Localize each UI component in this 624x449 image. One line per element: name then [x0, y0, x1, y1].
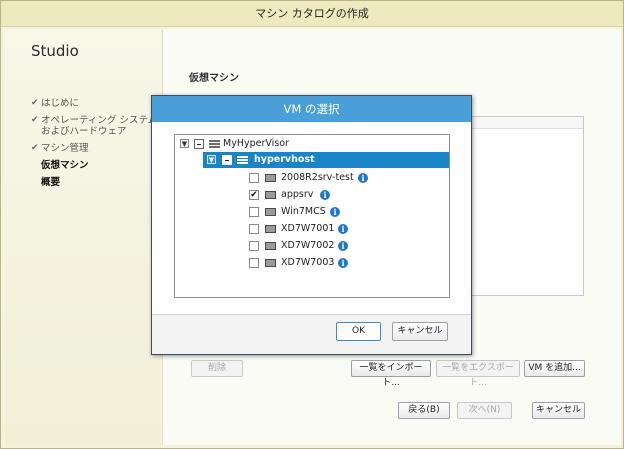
wizard-sidebar: [5, 29, 161, 445]
checkmark-icon: ✔: [31, 143, 39, 153]
info-icon[interactable]: i: [338, 258, 348, 268]
cancel-button[interactable]: キャンセル: [532, 402, 585, 419]
vm-name: XD7W7002: [281, 240, 335, 251]
vm-row[interactable]: ✔ appsrv i: [249, 187, 439, 203]
vm-name: Win7MCS: [281, 206, 326, 217]
wizard-steps: ✔ はじめに ✔ オペレーティング システム およびハードウェア ✔ マシン管理…: [31, 98, 157, 194]
checkmark-icon: ✔: [31, 115, 39, 125]
chevron-down-icon[interactable]: ▼: [180, 139, 189, 148]
step-label: オペレーティング システム およびハードウェア: [41, 115, 158, 137]
vm-tree[interactable]: ▼ MyHyperVisor ▼ hypervhost 2008R2srv-te…: [174, 134, 450, 298]
tree-node-host[interactable]: ▼ hypervhost: [203, 152, 449, 168]
tree-node-root[interactable]: ▼ MyHyperVisor: [177, 136, 447, 152]
app-name: Studio: [31, 42, 79, 60]
monitor-icon: [265, 225, 276, 233]
server-icon: [237, 156, 248, 164]
vm-row[interactable]: Win7MCS i: [249, 204, 439, 220]
ok-button[interactable]: OK: [336, 322, 381, 341]
step-summary[interactable]: 概要: [31, 177, 157, 188]
vm-row[interactable]: XD7W7001 i: [249, 221, 439, 237]
info-icon[interactable]: i: [338, 224, 348, 234]
import-list-button[interactable]: 一覧をインポート...: [351, 360, 431, 388]
info-icon[interactable]: i: [330, 207, 340, 217]
page-heading: 仮想マシン: [189, 73, 239, 84]
vm-checkbox[interactable]: [249, 173, 259, 183]
vm-row[interactable]: XD7W7003 i: [249, 255, 439, 271]
dialog-title: VM の選択: [152, 96, 471, 122]
monitor-icon: [265, 191, 276, 199]
info-icon[interactable]: i: [320, 190, 330, 200]
dialog-cancel-button[interactable]: キャンセル: [392, 322, 448, 341]
vm-checkbox[interactable]: ✔: [249, 190, 259, 200]
monitor-icon: [265, 208, 276, 216]
next-button[interactable]: 次へ(N): [457, 402, 512, 419]
add-vm-button[interactable]: VM を追加...: [524, 360, 585, 377]
partial-select-checkbox[interactable]: [222, 155, 232, 165]
step-getting-started[interactable]: ✔ はじめに: [31, 98, 157, 109]
back-button[interactable]: 戻る(B): [398, 402, 450, 419]
select-vm-dialog: VM の選択 ▼ MyHyperVisor ▼ hypervhost 2008R…: [151, 95, 472, 355]
step-machine-management[interactable]: ✔ マシン管理: [31, 143, 157, 154]
export-list-button[interactable]: 一覧をエクスポート...: [436, 360, 520, 388]
vm-name: XD7W7003: [281, 257, 335, 268]
monitor-icon: [265, 174, 276, 182]
vm-name: XD7W7001: [281, 223, 335, 234]
info-icon[interactable]: i: [358, 173, 368, 183]
vm-list-header: [464, 117, 583, 129]
step-label: 仮想マシン: [41, 160, 89, 171]
step-label: マシン管理: [41, 143, 89, 154]
vm-checkbox[interactable]: [249, 241, 259, 251]
hypervisor-icon: [209, 140, 220, 148]
vm-checkbox[interactable]: [249, 258, 259, 268]
tree-node-label: MyHyperVisor: [223, 138, 289, 149]
step-label: はじめに: [41, 98, 80, 109]
vm-name: 2008R2srv-test: [281, 172, 354, 183]
window-title: マシン カタログの作成: [1, 1, 623, 27]
delete-button[interactable]: 削除: [191, 360, 243, 377]
vm-checkbox[interactable]: [249, 224, 259, 234]
info-icon[interactable]: i: [338, 241, 348, 251]
checkmark-icon: ✔: [31, 98, 39, 108]
vm-row[interactable]: XD7W7002 i: [249, 238, 439, 254]
tree-node-label: hypervhost: [254, 154, 315, 165]
vm-checkbox[interactable]: [249, 207, 259, 217]
vm-row[interactable]: 2008R2srv-test i: [249, 170, 439, 186]
monitor-icon: [265, 242, 276, 250]
partial-select-checkbox[interactable]: [194, 139, 204, 149]
step-label: 概要: [41, 177, 61, 188]
step-virtual-machines[interactable]: 仮想マシン: [31, 160, 157, 171]
chevron-down-icon[interactable]: ▼: [207, 155, 216, 164]
wizard-window: マシン カタログの作成 Studio ✔ はじめに ✔ オペレーティング システ…: [0, 0, 624, 449]
step-os-hardware[interactable]: ✔ オペレーティング システム およびハードウェア: [31, 115, 157, 137]
vm-list-background: [463, 116, 584, 296]
monitor-icon: [265, 259, 276, 267]
vm-name: appsrv: [281, 189, 314, 200]
